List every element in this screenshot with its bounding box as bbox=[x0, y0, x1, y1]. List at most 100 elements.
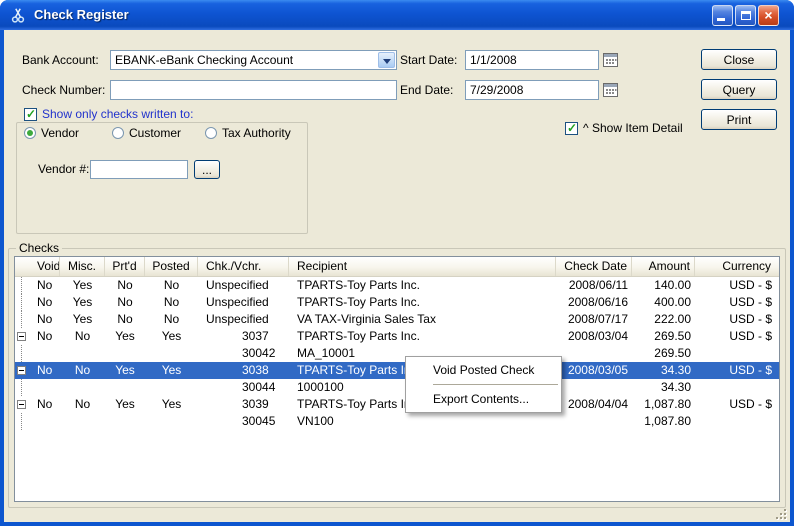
void-value: No bbox=[37, 397, 52, 411]
start-date-label: Start Date: bbox=[400, 50, 457, 70]
cell-amount: 269.50 bbox=[632, 328, 695, 345]
check-row[interactable]: 30042MA_10001269.50 bbox=[15, 345, 779, 362]
cell-amount: 1,087.80 bbox=[632, 413, 695, 430]
cell-check_date bbox=[556, 379, 632, 396]
cell-chk: 30045 bbox=[198, 413, 289, 430]
column-header-prtd[interactable]: Prt'd bbox=[105, 257, 145, 276]
cell-check_date: 2008/03/04 bbox=[556, 328, 632, 345]
bank-account-select[interactable]: EBANK-eBank Checking Account bbox=[110, 50, 397, 70]
cell-recipient: VA TAX-Virginia Sales Tax bbox=[289, 311, 556, 328]
cell-posted: No bbox=[145, 277, 198, 294]
cell-misc bbox=[60, 345, 105, 362]
close-button[interactable]: Close bbox=[701, 49, 777, 70]
radio-tax-authority-label[interactable]: Tax Authority bbox=[222, 126, 291, 140]
maximize-button[interactable] bbox=[735, 5, 756, 26]
column-header-amount[interactable]: Amount bbox=[632, 257, 695, 276]
minimize-button[interactable] bbox=[712, 5, 733, 26]
check-number-label: Check Number: bbox=[22, 80, 105, 100]
check-row[interactable]: NoYesNoNoUnspecifiedTPARTS-Toy Parts Inc… bbox=[15, 277, 779, 294]
cell-prtd: Yes bbox=[105, 396, 145, 413]
cell-check_date bbox=[556, 413, 632, 430]
cell-amount: 34.30 bbox=[632, 379, 695, 396]
column-header-recipient[interactable]: Recipient bbox=[289, 257, 556, 276]
combo-dropdown-arrow-icon[interactable] bbox=[378, 52, 395, 68]
cell-posted: Yes bbox=[145, 396, 198, 413]
column-header-currency[interactable]: Currency bbox=[695, 257, 780, 276]
cell-posted bbox=[145, 345, 198, 362]
void-value: No bbox=[37, 295, 52, 309]
cell-check_date: 2008/04/04 bbox=[556, 396, 632, 413]
cell-posted bbox=[145, 379, 198, 396]
cell-chk: 3038 bbox=[198, 362, 289, 379]
cell-misc bbox=[60, 413, 105, 430]
column-header-misc[interactable]: Misc. bbox=[60, 257, 105, 276]
check-number-input[interactable] bbox=[110, 80, 397, 100]
check-row[interactable]: 30045VN1001,087.80 bbox=[15, 413, 779, 430]
end-date-input[interactable] bbox=[465, 80, 599, 100]
radio-customer-label[interactable]: Customer bbox=[129, 126, 181, 140]
cell-chk: Unspecified bbox=[198, 311, 289, 328]
print-button[interactable]: Print bbox=[701, 109, 777, 130]
vendor-lookup-button[interactable]: ... bbox=[194, 160, 220, 179]
dialog-client-area: Bank Account: EBANK-eBank Checking Accou… bbox=[4, 30, 790, 522]
check-row[interactable]: NoYesNoNoUnspecifiedVA TAX-Virginia Sale… bbox=[15, 311, 779, 328]
cell-chk: Unspecified bbox=[198, 277, 289, 294]
check-register-window: Check Register × Bank Account: EBANK-eBa… bbox=[0, 0, 794, 526]
check-row[interactable]: NoNoYesYes3037TPARTS-Toy Parts Inc.2008/… bbox=[15, 328, 779, 345]
check-row[interactable]: 30044100010034.30 bbox=[15, 379, 779, 396]
cell-void bbox=[15, 413, 60, 430]
radio-vendor[interactable] bbox=[24, 127, 36, 139]
cell-void: No bbox=[15, 362, 60, 379]
show-only-label[interactable]: Show only checks written to: bbox=[42, 107, 193, 122]
cell-prtd: Yes bbox=[105, 362, 145, 379]
cell-void: No bbox=[15, 328, 60, 345]
tree-line bbox=[21, 345, 22, 362]
close-window-button[interactable]: × bbox=[758, 5, 779, 26]
end-date-label: End Date: bbox=[400, 80, 453, 100]
cell-void: No bbox=[15, 396, 60, 413]
cell-currency: USD - $ bbox=[695, 294, 780, 311]
start-date-input[interactable] bbox=[465, 50, 599, 70]
tree-line bbox=[21, 413, 22, 430]
check-row[interactable]: NoNoYesYes3038TPARTS-Toy Parts Inc.2008/… bbox=[15, 362, 779, 379]
menu-item-export-contents[interactable]: Export Contents... bbox=[406, 387, 561, 411]
check-row[interactable]: NoNoYesYes3039TPARTS-Toy Parts Inc.2008/… bbox=[15, 396, 779, 413]
radio-tax-authority[interactable] bbox=[205, 127, 217, 139]
vendor-number-input[interactable] bbox=[90, 160, 188, 179]
radio-customer[interactable] bbox=[112, 127, 124, 139]
column-header-void[interactable]: Void bbox=[15, 257, 60, 276]
app-icon bbox=[10, 7, 26, 23]
calendar-icon bbox=[603, 82, 619, 98]
tree-collapse-icon[interactable] bbox=[17, 366, 26, 375]
calendar-icon bbox=[603, 52, 619, 68]
tree-collapse-icon[interactable] bbox=[17, 400, 26, 409]
end-date-calendar-button[interactable] bbox=[603, 82, 619, 98]
cell-check_date: 2008/07/17 bbox=[556, 311, 632, 328]
column-header-check_date[interactable]: Check Date bbox=[556, 257, 632, 276]
cell-currency: USD - $ bbox=[695, 311, 780, 328]
cell-currency bbox=[695, 345, 780, 362]
checks-table[interactable]: VoidMisc.Prt'dPostedChk./Vchr.RecipientC… bbox=[14, 256, 780, 502]
cell-misc: No bbox=[60, 328, 105, 345]
radio-vendor-label[interactable]: Vendor bbox=[41, 126, 79, 140]
query-button[interactable]: Query bbox=[701, 79, 777, 100]
cell-prtd bbox=[105, 379, 145, 396]
titlebar[interactable]: Check Register × bbox=[0, 0, 794, 30]
show-item-detail-checkbox[interactable] bbox=[565, 122, 578, 135]
show-item-detail-label[interactable]: ^ Show Item Detail bbox=[583, 121, 683, 136]
window-controls: × bbox=[712, 5, 779, 26]
checks-group-label: Checks bbox=[16, 241, 62, 255]
check-row[interactable]: NoYesNoNoUnspecifiedTPARTS-Toy Parts Inc… bbox=[15, 294, 779, 311]
cell-currency: USD - $ bbox=[695, 328, 780, 345]
resize-grip[interactable] bbox=[775, 508, 788, 521]
tree-collapse-icon[interactable] bbox=[17, 332, 26, 341]
column-header-posted[interactable]: Posted bbox=[145, 257, 198, 276]
cell-currency: USD - $ bbox=[695, 277, 780, 294]
cell-misc: Yes bbox=[60, 277, 105, 294]
column-header-chk[interactable]: Chk./Vchr. bbox=[198, 257, 289, 276]
start-date-calendar-button[interactable] bbox=[603, 52, 619, 68]
show-only-checkbox[interactable] bbox=[24, 108, 37, 121]
cell-misc: Yes bbox=[60, 294, 105, 311]
menu-item-void-posted-check[interactable]: Void Posted Check bbox=[406, 358, 561, 382]
cell-currency: USD - $ bbox=[695, 362, 780, 379]
